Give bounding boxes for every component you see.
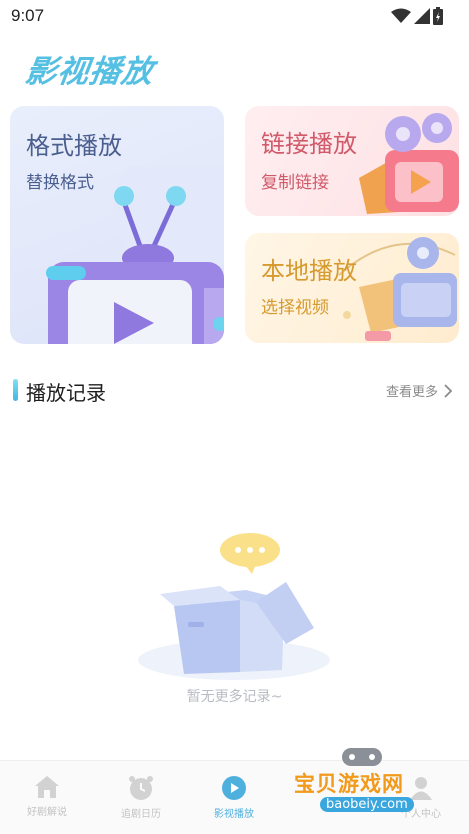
nav-item-video-play[interactable]: 影视播放: [189, 775, 279, 820]
nav-label: 影视播放: [214, 809, 254, 820]
status-time: 9:07: [11, 6, 45, 25]
watermark-text: 宝贝游戏网: [294, 772, 404, 796]
view-more-link[interactable]: 查看更多: [386, 381, 453, 400]
format-play-subtitle: 替换格式: [26, 173, 94, 193]
nav-label: 好剧解说: [27, 807, 67, 818]
battery-icon: [433, 7, 443, 25]
link-play-card[interactable]: 链接播放 复制链接: [245, 106, 459, 216]
section-accent-bar: [13, 379, 18, 401]
watermark-url: baobeiy.com: [320, 797, 414, 812]
play-icon: [222, 776, 246, 800]
format-play-card[interactable]: 格式播放 替换格式: [10, 106, 224, 344]
history-section-title: 播放记录: [26, 381, 106, 405]
wifi-icon: [391, 8, 411, 23]
watermark: 宝贝游戏网 baobeiy.com: [290, 742, 450, 830]
empty-box-illustration: [138, 533, 330, 680]
home-icon: [35, 776, 59, 798]
gamepad-logo-icon: [342, 748, 382, 766]
link-play-title: 链接播放: [261, 130, 357, 158]
link-play-subtitle: 复制链接: [261, 173, 329, 193]
status-bar: 9:07: [0, 0, 469, 34]
local-play-title: 本地播放: [261, 257, 357, 285]
nav-item-calendar[interactable]: 追剧日历: [96, 775, 186, 820]
nav-label: 追剧日历: [121, 809, 161, 820]
view-more-label: 查看更多: [385, 385, 438, 400]
chevron-right-icon: [444, 383, 453, 398]
local-play-subtitle: 选择视频: [261, 298, 329, 318]
nav-item-commentary[interactable]: 好剧解说: [2, 775, 92, 818]
local-play-card[interactable]: 本地播放 选择视频: [245, 233, 459, 343]
clock-icon: [129, 776, 153, 800]
signal-icon: [414, 8, 430, 24]
projector-illustration: [359, 113, 459, 214]
format-play-title: 格式播放: [26, 132, 122, 160]
app-title: 影视播放: [22, 54, 157, 90]
empty-state-text: 暂无更多记录~: [186, 689, 283, 705]
status-icons: [391, 6, 443, 26]
